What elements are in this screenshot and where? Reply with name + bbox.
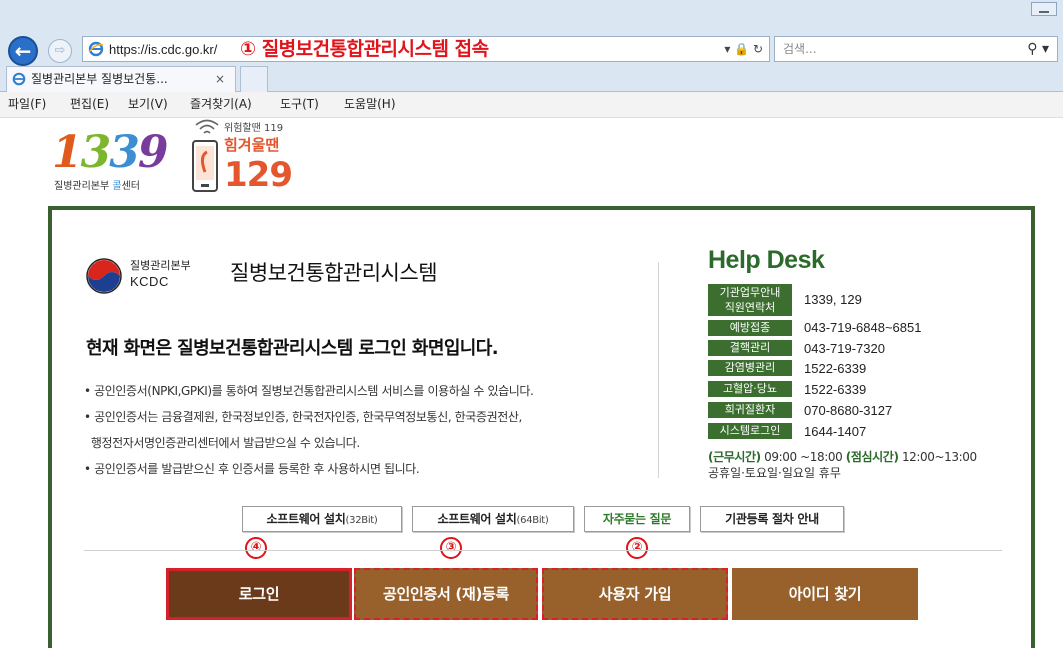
- helpdesk-tag-rare: 희귀질환자: [708, 402, 792, 418]
- login-notice: 현재 화면은 질병보건통합관리시스템 로그인 화면입니다.: [86, 338, 499, 359]
- step-marker-4: ④: [245, 537, 267, 559]
- helpdesk-tag-tb: 결핵관리: [708, 340, 792, 356]
- helpdesk-value-infectious: 1522-6339: [804, 361, 867, 376]
- menu-tools[interactable]: 도구(T): [280, 96, 319, 113]
- helpdesk-value-syslogin: 1644-1407: [804, 424, 867, 439]
- search-placeholder: 검색...: [783, 42, 817, 56]
- system-title: 질병보건통합관리시스템: [230, 261, 438, 285]
- helpdesk-tag-vaccination: 예방접종: [708, 320, 792, 336]
- menu-edit[interactable]: 편집(E): [70, 96, 109, 113]
- tab-title: 질병관리본부 질병보건통...: [31, 72, 168, 86]
- search-icon[interactable]: ⚲ ▾: [1027, 40, 1049, 58]
- url-text[interactable]: https://is.cdc.go.kr/: [109, 41, 217, 58]
- search-field[interactable]: 검색... ⚲ ▾: [774, 36, 1058, 62]
- column-divider: [658, 262, 659, 478]
- org-name-english: KCDC: [130, 274, 169, 289]
- working-hours: (근무시간) 09:00 ~18:00 (점심시간) 12:00~13:00: [708, 450, 977, 464]
- menu-view[interactable]: 보기(V): [128, 96, 168, 113]
- step-marker-2: ②: [626, 537, 648, 559]
- find-id-button[interactable]: 아이디 찾기: [732, 568, 918, 620]
- menu-bar: 파일(F) 편집(E) 보기(V) 즐겨찾기(A) 도구(T) 도움말(H): [0, 92, 1063, 118]
- helpdesk-value-rare: 070-8680-3127: [804, 403, 893, 418]
- helpdesk-tag-infectious: 감염병관리: [708, 360, 792, 376]
- title-bar: [0, 0, 1063, 30]
- address-bar[interactable]: https://is.cdc.go.kr/ ① 질병보건통합관리시스템 접속 ▾…: [82, 36, 770, 62]
- step-annotation: ① 질병보건통합관리시스템 접속: [240, 38, 489, 60]
- browser-window: ← ⇨ https://is.cdc.go.kr/ ① 질병보건통합관리시스템 …: [0, 0, 1063, 648]
- lock-refresh-icons[interactable]: ▾ 🔒 ↻: [724, 41, 763, 58]
- info-bullet-2: • 공인인증서는 금융결제원, 한국정보인증, 한국전자인증, 한국무역정보통신…: [84, 410, 522, 424]
- arrow-left-icon: ←: [14, 39, 32, 63]
- ie-icon: [88, 41, 104, 57]
- tab-strip: 질병관리본부 질병보건통... ×: [0, 66, 1063, 92]
- step-marker-3: ③: [440, 537, 462, 559]
- helpdesk-tag-syslogin: 시스템로그인: [708, 423, 792, 439]
- login-button[interactable]: 로그인: [166, 568, 352, 620]
- hotline-119-text: 위험할땐 119: [224, 123, 284, 134]
- faq-button[interactable]: 자주묻는 질문: [584, 506, 690, 532]
- minimize-button[interactable]: [1031, 2, 1057, 16]
- hotline-number: 129: [224, 155, 293, 195]
- menu-favorites[interactable]: 즐겨찾기(A): [190, 96, 252, 113]
- helpdesk-tag-org: 기관업무안내 직원연락처: [708, 284, 792, 316]
- callcenter-1339-logo[interactable]: 1339 질병관리본부 콜센터: [50, 128, 180, 198]
- info-bullet-1: • 공인인증서(NPKI,GPKI)를 통하여 질병보건통합관리시스템 서비스를…: [84, 384, 534, 398]
- holiday-notice: 공휴일·토요일·일요일 휴무: [708, 466, 841, 480]
- ie-icon: [12, 72, 26, 86]
- info-bullet-4: • 공인인증서를 발급받으신 후 인증서를 등록한 후 사용하시면 됩니다.: [84, 462, 420, 476]
- helpdesk-value-tb: 043-719-7320: [804, 341, 885, 356]
- install-software-32bit-button[interactable]: 소프트웨어 설치(32Bit): [242, 506, 402, 532]
- arrow-right-icon: ⇨: [54, 43, 66, 58]
- helpdesk-value-org: 1339, 129: [804, 292, 862, 307]
- logo-caption: 질병관리본부 콜센터: [54, 181, 140, 192]
- install-software-64bit-button[interactable]: 소프트웨어 설치(64Bit): [412, 506, 574, 532]
- new-tab-button[interactable]: [240, 66, 268, 92]
- wifi-signal-icon: [195, 119, 219, 134]
- helpdesk-value-vaccination: 043-719-6848~6851: [804, 320, 922, 335]
- section-divider: [84, 550, 1002, 551]
- back-button[interactable]: ←: [8, 36, 38, 66]
- user-signup-button[interactable]: 사용자 가입: [542, 568, 728, 620]
- helpdesk-title: Help Desk: [708, 246, 825, 274]
- kcdc-emblem-icon: [86, 258, 122, 294]
- org-registration-guide-button[interactable]: 기관등록 절차 안내: [700, 506, 844, 532]
- close-icon[interactable]: ×: [215, 71, 225, 88]
- phone-icon: [192, 140, 218, 192]
- helpdesk-tag-hypertension: 고혈압·당뇨: [708, 381, 792, 397]
- info-bullet-3: 행정전자서명인증관리센터에서 발급받으실 수 있습니다.: [84, 436, 360, 450]
- menu-help[interactable]: 도움말(H): [344, 96, 396, 113]
- certificate-register-button[interactable]: 공인인증서 (재)등록: [354, 568, 538, 620]
- browser-tab[interactable]: 질병관리본부 질병보건통... ×: [6, 66, 236, 92]
- forward-button[interactable]: ⇨: [48, 39, 72, 63]
- logo-digits: 1339: [52, 127, 168, 178]
- menu-file[interactable]: 파일(F): [8, 96, 46, 113]
- org-name-korean: 질병관리본부: [130, 259, 191, 272]
- helpdesk-value-hypertension: 1522-6339: [804, 382, 867, 397]
- hotline-label: 힘겨울땐: [224, 136, 280, 154]
